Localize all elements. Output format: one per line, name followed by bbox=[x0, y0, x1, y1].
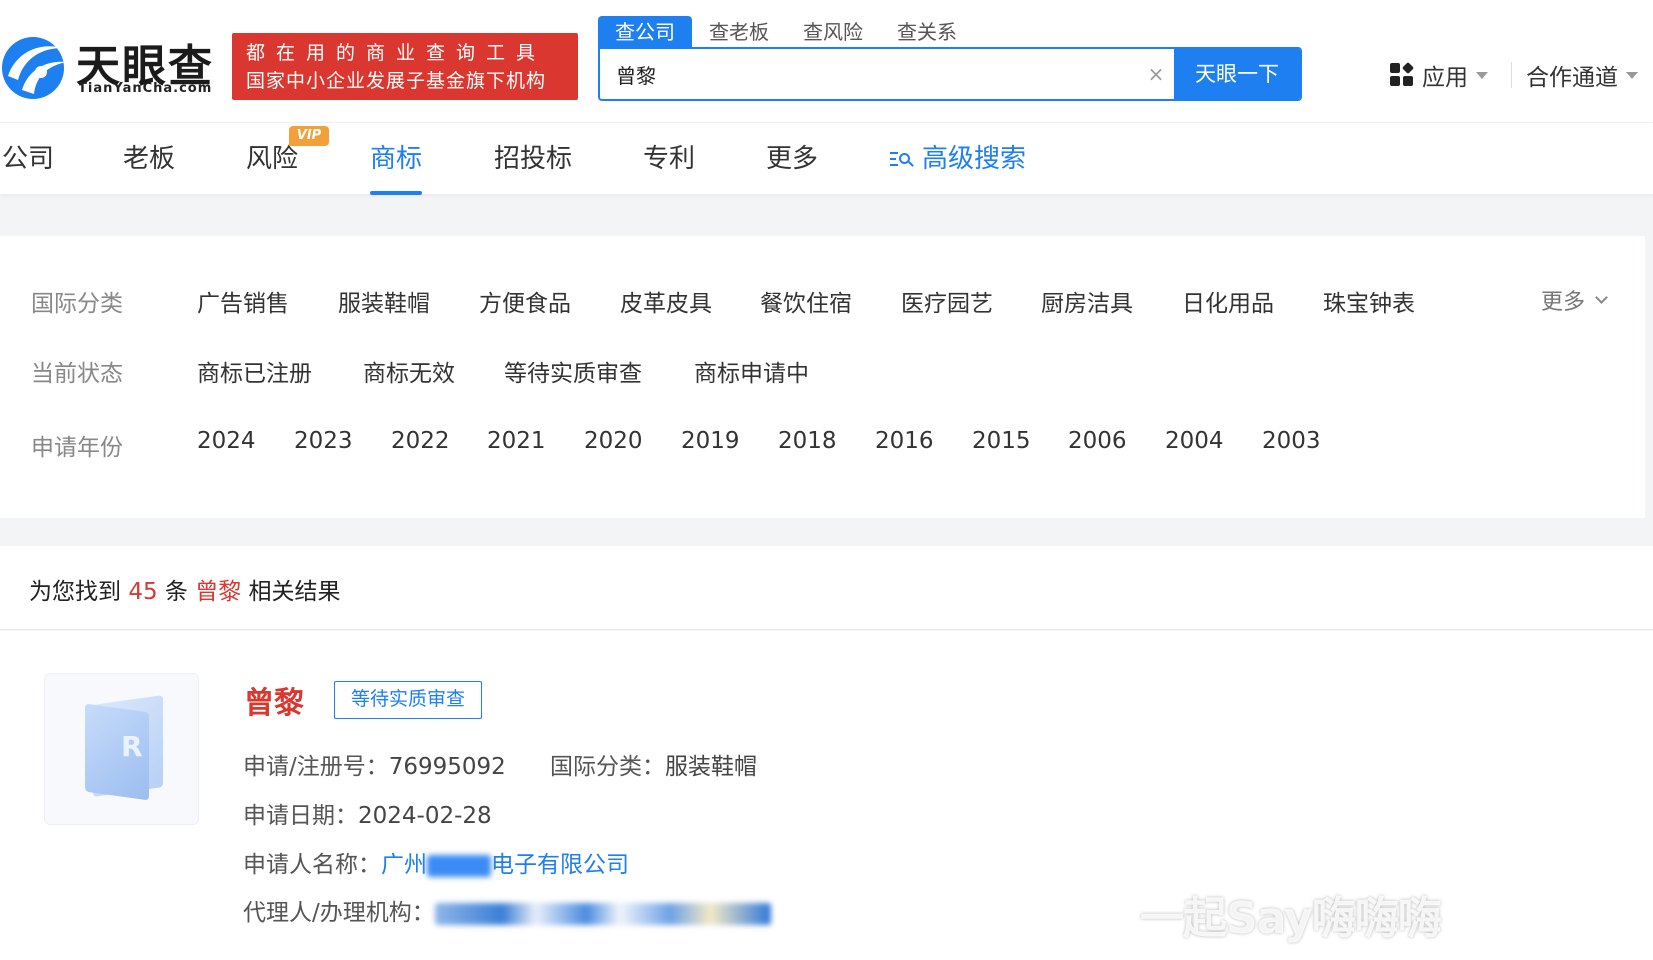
filter-year-option[interactable]: 2018 bbox=[778, 428, 837, 454]
advanced-search-icon bbox=[890, 149, 914, 169]
applicant-label: 申请人名称： bbox=[243, 852, 381, 878]
filter-class-option[interactable]: 皮革皮具 bbox=[620, 284, 712, 318]
nav-company[interactable]: 公司 bbox=[2, 123, 54, 195]
search-tab-company[interactable]: 查公司 bbox=[598, 16, 692, 48]
nav-trademark[interactable]: 商标 bbox=[370, 123, 423, 195]
apps-grid-icon bbox=[1390, 61, 1415, 87]
caret-down-icon bbox=[1626, 71, 1638, 79]
trademark-book-icon: R bbox=[85, 695, 163, 801]
filter-year-option[interactable]: 2015 bbox=[972, 428, 1031, 454]
agent-row: 代理人/办理机构： bbox=[243, 893, 771, 927]
filter-year-option[interactable]: 2020 bbox=[584, 428, 643, 454]
filter-label-year: 申请年份 bbox=[31, 435, 123, 461]
filter-class-option[interactable]: 方便食品 bbox=[479, 284, 571, 318]
agent-label: 代理人/办理机构： bbox=[243, 900, 435, 926]
redacted-mask bbox=[427, 854, 491, 877]
search-type-tabs: 查公司 查老板 查风险 查关系 bbox=[598, 16, 974, 48]
header-divider bbox=[1511, 62, 1512, 88]
filter-year-option[interactable]: 2021 bbox=[487, 428, 546, 454]
filter-class-option[interactable]: 日化用品 bbox=[1182, 284, 1274, 318]
date-value: 2024-02-28 bbox=[358, 803, 492, 829]
search-tab-relation[interactable]: 查关系 bbox=[880, 16, 974, 48]
logo-domain: TianYanCha.com bbox=[78, 81, 213, 96]
filter-status-option[interactable]: 等待实质审查 bbox=[504, 354, 642, 388]
search-tab-boss[interactable]: 查老板 bbox=[692, 16, 786, 48]
class-value: 服装鞋帽 bbox=[665, 754, 757, 780]
search-input[interactable] bbox=[600, 49, 1138, 99]
filter-status-option[interactable]: 商标申请中 bbox=[694, 354, 809, 388]
slogan-line-1: 都在用的商业查询工具 bbox=[246, 42, 547, 64]
date-row: 申请日期：2024-02-28 bbox=[243, 796, 492, 830]
clear-icon[interactable]: × bbox=[1138, 49, 1174, 99]
result-count: 45 bbox=[128, 579, 158, 605]
filter-year-option[interactable]: 2004 bbox=[1165, 428, 1224, 454]
filter-more-label: 更多 bbox=[1541, 290, 1586, 315]
apps-menu[interactable]: 应用 bbox=[1390, 58, 1488, 92]
trademark-name-link[interactable]: 曾黎 bbox=[244, 678, 304, 722]
nav-boss[interactable]: 老板 bbox=[123, 123, 175, 195]
search-button[interactable]: 天眼一下 bbox=[1174, 49, 1300, 99]
filter-class-option[interactable]: 广告销售 bbox=[197, 284, 289, 318]
nav-bidding[interactable]: 招投标 bbox=[494, 123, 572, 195]
search-tab-risk[interactable]: 查风险 bbox=[786, 16, 880, 48]
date-label: 申请日期： bbox=[243, 803, 358, 829]
watermark: 一起Say嗨嗨嗨 bbox=[1140, 893, 1442, 944]
applicant-row: 申请人名称：广州 电子有限公司 bbox=[243, 845, 629, 879]
nav-more[interactable]: 更多 bbox=[766, 123, 818, 195]
applicant-link[interactable]: 广州 电子有限公司 bbox=[381, 852, 629, 878]
filter-year-option[interactable]: 2016 bbox=[875, 428, 934, 454]
filter-class-option[interactable]: 珠宝钟表 bbox=[1323, 284, 1415, 318]
filter-class-option[interactable]: 厨房洁具 bbox=[1041, 284, 1133, 318]
advanced-search-link[interactable]: 高级搜索 bbox=[890, 123, 1026, 195]
filter-label-class: 国际分类 bbox=[31, 291, 123, 317]
slogan-banner: 都在用的商业查询工具 国家中小企业发展子基金旗下机构 bbox=[232, 33, 578, 100]
vip-badge: VIP bbox=[289, 126, 329, 146]
applicant-name-end: 电子有限公司 bbox=[491, 852, 629, 878]
reg-number-row: 申请/注册号：76995092 bbox=[243, 747, 506, 781]
filter-class-option[interactable]: 餐饮住宿 bbox=[760, 284, 852, 318]
trademark-thumbnail[interactable]: R bbox=[44, 673, 199, 825]
status-badge: 等待实质审查 bbox=[334, 681, 483, 719]
filter-year-option[interactable]: 2022 bbox=[391, 428, 450, 454]
filter-year-option[interactable]: 2024 bbox=[197, 428, 256, 454]
result-keyword: 曾黎 bbox=[195, 579, 242, 605]
filter-year-option[interactable]: 2023 bbox=[294, 428, 353, 454]
filter-more-button[interactable]: 更多 bbox=[1541, 284, 1608, 316]
search-box: × 天眼一下 bbox=[598, 47, 1302, 101]
class-label: 国际分类： bbox=[550, 754, 665, 780]
result-prefix: 为您找到 bbox=[29, 579, 121, 605]
partner-label: 合作通道 bbox=[1526, 65, 1618, 91]
filter-label-status: 当前状态 bbox=[31, 361, 123, 387]
category-nav: 公司 老板 风险 VIP 商标 招投标 专利 更多 高级搜索 bbox=[0, 122, 1653, 195]
advanced-search-label: 高级搜索 bbox=[922, 144, 1027, 174]
redacted-mask bbox=[434, 902, 771, 925]
chevron-down-icon bbox=[1595, 291, 1608, 304]
filter-year-option[interactable]: 2006 bbox=[1068, 428, 1127, 454]
reg-number-label: 申请/注册号： bbox=[243, 754, 389, 780]
result-summary: 为您找到 45 条 曾黎 相关结果 bbox=[29, 572, 341, 606]
apps-label: 应用 bbox=[1422, 65, 1468, 91]
nav-patent[interactable]: 专利 bbox=[643, 123, 695, 195]
caret-down-icon bbox=[1476, 71, 1488, 79]
reg-number-value: 76995092 bbox=[388, 754, 506, 780]
filter-status-option[interactable]: 商标已注册 bbox=[197, 354, 312, 388]
applicant-name-start: 广州 bbox=[381, 852, 427, 878]
partner-menu[interactable]: 合作通道 bbox=[1526, 58, 1638, 92]
slogan-line-2: 国家中小企业发展子基金旗下机构 bbox=[246, 70, 547, 92]
filter-year-option[interactable]: 2019 bbox=[681, 428, 740, 454]
filter-status-option[interactable]: 商标无效 bbox=[363, 354, 455, 388]
top-header: 天眼查 TianYanCha.com 都在用的商业查询工具 国家中小企业发展子基… bbox=[0, 0, 1653, 122]
class-row: 国际分类：服装鞋帽 bbox=[550, 747, 757, 781]
filter-class-option[interactable]: 服装鞋帽 bbox=[338, 284, 430, 318]
result-unit: 条 bbox=[164, 579, 188, 605]
filter-year-option[interactable]: 2003 bbox=[1262, 428, 1321, 454]
filter-class-option[interactable]: 医疗园艺 bbox=[901, 284, 993, 318]
result-summary-bar: 为您找到 45 条 曾黎 相关结果 bbox=[0, 546, 1653, 630]
result-suffix: 相关结果 bbox=[248, 579, 341, 605]
filter-panel: 国际分类 广告销售 服装鞋帽 方便食品 皮革皮具 餐饮住宿 医疗园艺 厨房洁具 … bbox=[0, 236, 1645, 518]
tianyancha-logo-icon[interactable] bbox=[0, 32, 70, 102]
